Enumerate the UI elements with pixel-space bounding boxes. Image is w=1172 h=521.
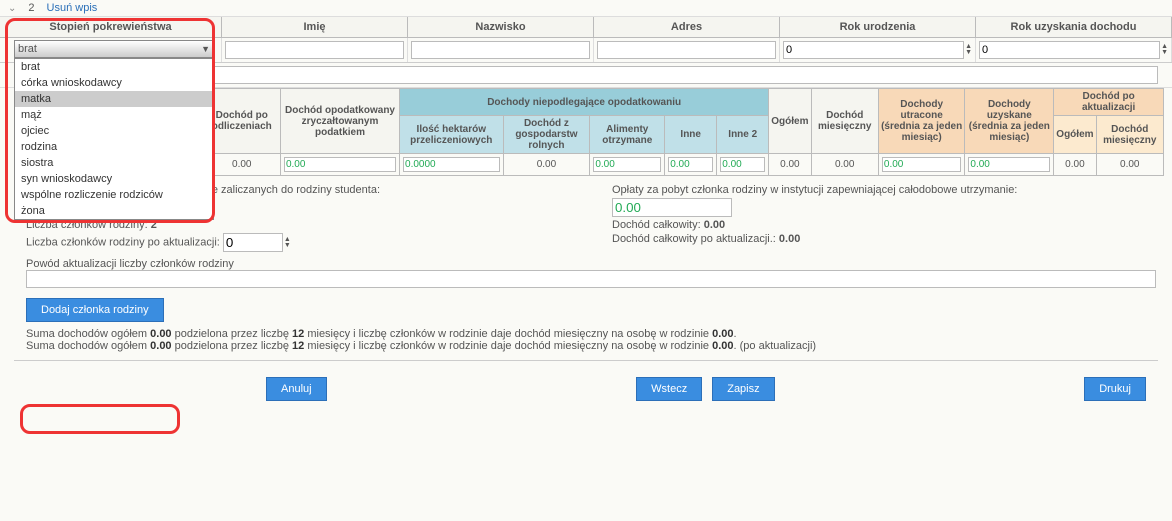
income-year-spinner[interactable]: ▲▼	[1161, 44, 1168, 56]
relation-option[interactable]: mąż	[15, 107, 213, 123]
col-lost: Dochody utracone (średnia za jeden miesi…	[878, 89, 965, 154]
v10[interactable]	[668, 157, 713, 172]
col-hectares: Ilość hektarów przeliczeniowych	[400, 116, 504, 154]
col-other: Inne	[665, 116, 717, 154]
col-income-year: Rok uzyskania dochodu	[976, 17, 1172, 37]
col-flat-tax-income: Dochód opodatkowany zryczałtowanym podat…	[280, 89, 399, 154]
v9[interactable]	[593, 157, 661, 172]
col-farm-income: Dochód z gospodarstw rolnych	[503, 116, 590, 154]
col-monthly-after: Dochód miesięczny	[1096, 116, 1163, 154]
fees-label: Opłaty za pobyt członka rodziny w instyt…	[612, 184, 1158, 196]
col-surname: Nazwisko	[408, 17, 594, 37]
v12: 0.00	[769, 154, 811, 176]
print-button[interactable]: Drukuj	[1084, 377, 1146, 401]
relation-option[interactable]: córka wnioskodawcy	[15, 75, 213, 91]
reason-input[interactable]	[26, 270, 1156, 288]
v8: 0.00	[503, 154, 590, 176]
address-input[interactable]	[597, 41, 776, 59]
fees-input[interactable]	[612, 198, 732, 217]
col-alimony-recv: Alimenty otrzymane	[590, 116, 665, 154]
v11[interactable]	[720, 157, 765, 172]
surname-input[interactable]	[411, 41, 590, 59]
col-other2: Inne 2	[717, 116, 769, 154]
add-member-button[interactable]: Dodaj członka rodziny	[26, 298, 164, 322]
col-address: Adres	[594, 17, 780, 37]
v14[interactable]	[882, 157, 962, 172]
col-total-after: Ogółem	[1054, 116, 1096, 154]
income-year-input[interactable]	[979, 41, 1160, 59]
total-after-val: 0.00	[779, 233, 800, 245]
relation-option[interactable]: rodzina	[15, 139, 213, 155]
reason-label: Powód aktualizacji liczby członków rodzi…	[26, 258, 1146, 270]
v5: 0.00	[203, 154, 280, 176]
total-val: 0.00	[704, 219, 725, 231]
relation-option[interactable]: wspólne rozliczenie rodziców	[15, 187, 213, 203]
relation-option[interactable]: matka	[15, 91, 213, 107]
birth-year-spinner[interactable]: ▲▼	[965, 44, 972, 56]
total-after-label: Dochód całkowity po aktualizacji.:	[612, 233, 776, 245]
col-gained: Dochody uzyskane (średnia za jeden miesi…	[965, 89, 1054, 154]
v6[interactable]	[284, 157, 396, 172]
v7[interactable]	[403, 157, 500, 172]
relation-option[interactable]: siostra	[15, 155, 213, 171]
relation-dropdown[interactable]: brat ▼ bratcórka wnioskodawcymatkamążojc…	[14, 40, 214, 220]
group-peach: Dochód po aktualizacji	[1054, 89, 1164, 116]
col-income-after-ded: Dochód po odliczeniach	[203, 89, 280, 154]
summary-line-1: Suma dochodów ogółem 0.00 podzielona prz…	[26, 328, 1146, 340]
col-relation: Stopień pokrewieństwa	[0, 17, 222, 37]
cancel-button[interactable]: Anuluj	[266, 377, 327, 401]
col-name: Imię	[222, 17, 408, 37]
members-label: Liczba członków rodziny:	[26, 219, 148, 231]
chevron-down-icon: ▼	[201, 44, 210, 54]
col-total: Ogółem	[769, 89, 811, 154]
relation-selected: brat	[18, 43, 37, 55]
v13: 0.00	[811, 154, 878, 176]
members-after-input[interactable]	[223, 233, 283, 252]
col-birth-year: Rok urodzenia	[780, 17, 976, 37]
members-val: 2	[151, 219, 157, 231]
col-monthly: Dochód miesięczny	[811, 89, 878, 154]
delete-entry-link[interactable]: Usuń wpis	[47, 2, 98, 14]
members-after-spinner[interactable]: ▲▼	[284, 237, 291, 249]
relation-option[interactable]: syn wnioskodawcy	[15, 171, 213, 187]
total-label: Dochód całkowity:	[612, 219, 701, 231]
group-blue: Dochody niepodlegające opodatkowaniu	[400, 89, 769, 116]
relation-option[interactable]: żona	[15, 203, 213, 219]
relation-option[interactable]: brat	[15, 59, 213, 75]
v15[interactable]	[968, 157, 1050, 172]
relation-option-list[interactable]: bratcórka wnioskodawcymatkamążojciecrodz…	[14, 58, 214, 220]
v17: 0.00	[1096, 154, 1163, 176]
save-button[interactable]: Zapisz	[712, 377, 774, 401]
summary-line-2: Suma dochodów ogółem 0.00 podzielona prz…	[26, 340, 1146, 352]
row-number: 2	[28, 2, 34, 14]
v16: 0.00	[1054, 154, 1096, 176]
back-button[interactable]: Wstecz	[636, 377, 702, 401]
expand-icon[interactable]: ⌄	[8, 3, 16, 14]
name-input[interactable]	[225, 41, 404, 59]
birth-year-input[interactable]	[783, 41, 964, 59]
relation-option[interactable]: ojciec	[15, 123, 213, 139]
members-after-label: Liczba członków rodziny po aktualizacji:	[26, 236, 220, 248]
